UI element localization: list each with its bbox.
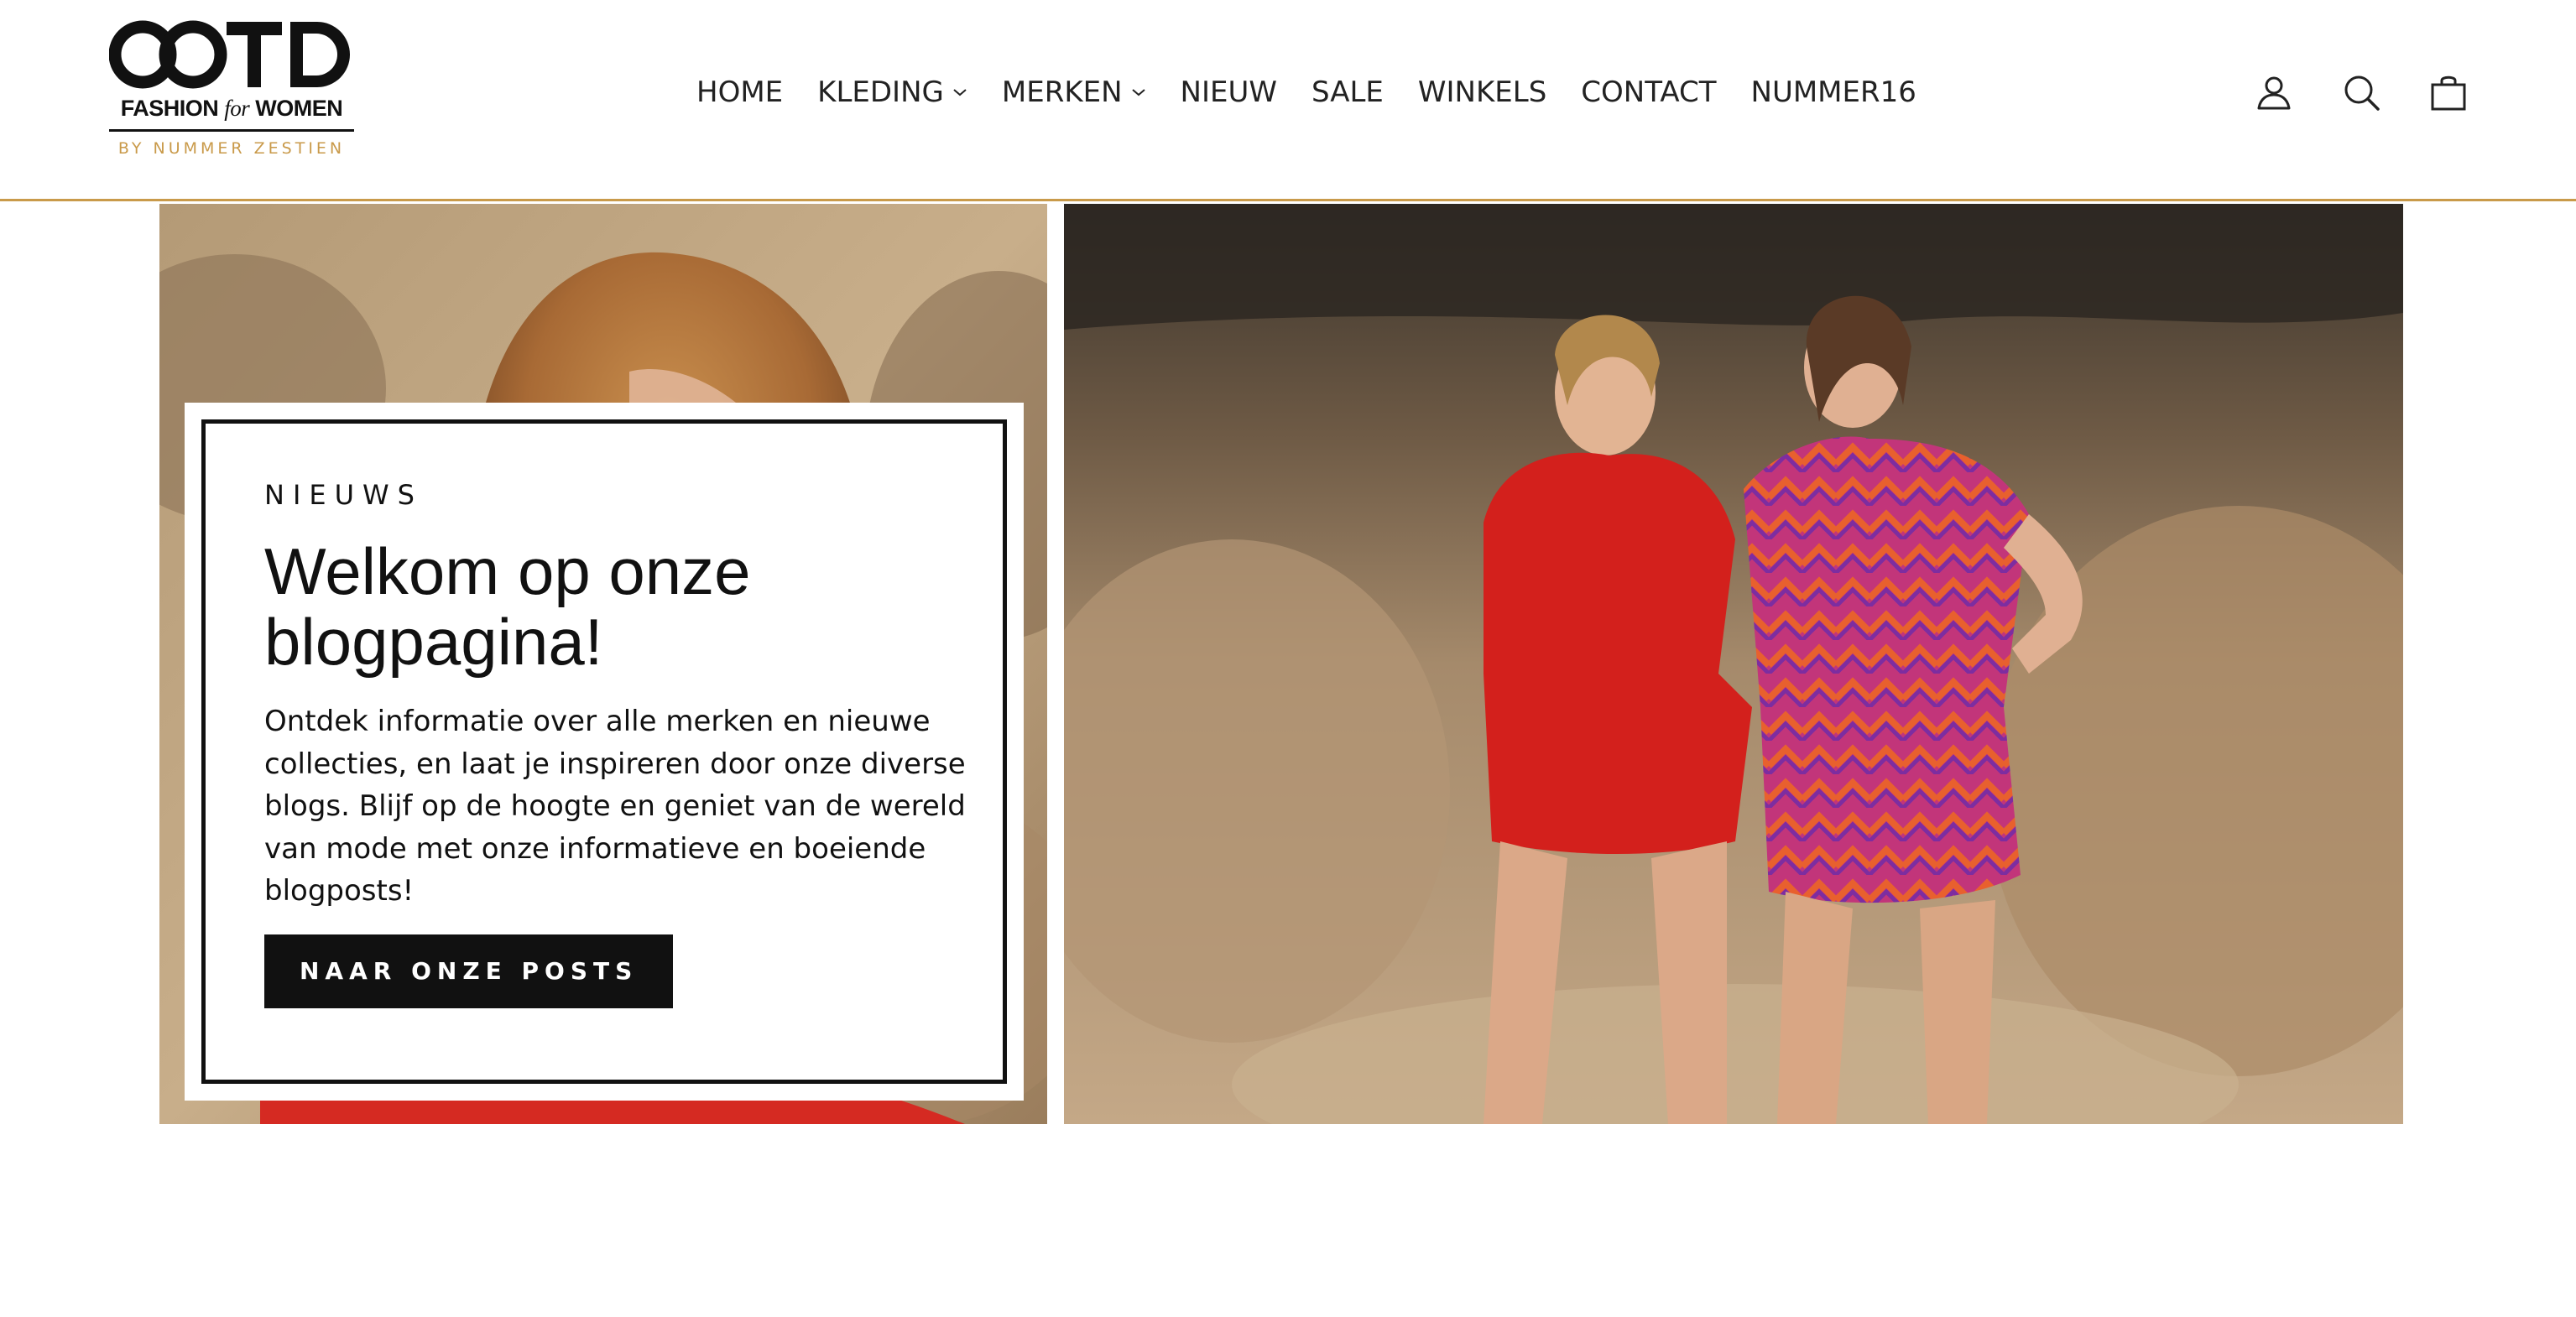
nav-item-winkels[interactable]: WINKELS [1418, 75, 1546, 109]
nav-item-nieuw[interactable]: NIEUW [1181, 75, 1277, 109]
chevron-down-icon [953, 89, 967, 96]
card-body: Ontdek informatie over alle merken en ni… [264, 705, 966, 908]
account-button[interactable] [2252, 70, 2296, 114]
nav-item-nummer16[interactable]: NUMMER16 [1751, 75, 1916, 109]
user-icon [2257, 76, 2291, 110]
blog-intro-card-border: NIEUWS Welkom op onze blogpagina! Ontdek… [201, 419, 1007, 1084]
nav-item-sale[interactable]: SALE [1311, 75, 1384, 109]
logo-mark [109, 20, 350, 89]
nav-item-merken[interactable]: MERKEN [1002, 75, 1146, 109]
logo-tagline: FASHION for WOMEN [120, 96, 343, 121]
chevron-down-icon [1131, 89, 1145, 96]
hero-image-right [1064, 204, 2403, 1124]
naar-onze-posts-button[interactable]: NAAR ONZE POSTS [264, 934, 674, 1008]
site-header: FASHION for WOMEN BY NUMMER ZESTIEN HOME… [0, 0, 2576, 201]
search-icon [2344, 75, 2380, 111]
blog-intro-card: NIEUWS Welkom op onze blogpagina! Ontdek… [185, 403, 1024, 1101]
two-women-on-rocks-photo [1064, 204, 2403, 1124]
main-navigation: HOME KLEDING MERKEN NIEUW SALE WINKELS C… [696, 71, 1916, 113]
search-button[interactable] [2339, 70, 2383, 114]
cart-button[interactable] [2427, 70, 2470, 114]
logo-divider [109, 129, 354, 132]
card-eyebrow: NIEUWS [264, 479, 423, 511]
nav-item-contact[interactable]: CONTACT [1581, 75, 1716, 109]
bag-icon [2431, 75, 2466, 111]
nav-item-kleding[interactable]: KLEDING [817, 75, 967, 109]
site-logo[interactable]: FASHION for WOMEN BY NUMMER ZESTIEN [109, 17, 361, 164]
card-title: Welkom op onze blogpagina! [264, 534, 751, 679]
nav-item-home[interactable]: HOME [696, 75, 783, 109]
logo-byline: BY NUMMER ZESTIEN [117, 139, 346, 158]
